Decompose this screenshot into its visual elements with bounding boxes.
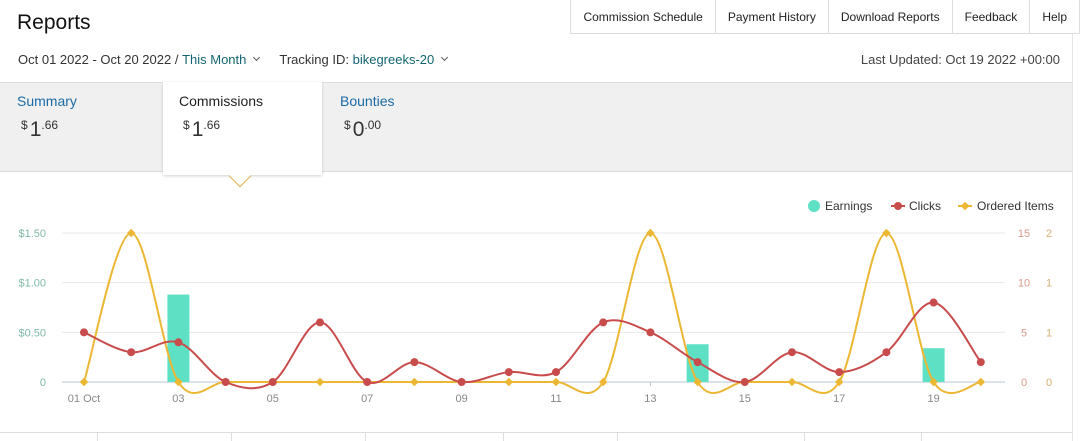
tab-label: Summary (17, 93, 77, 109)
page-border (1072, 34, 1073, 441)
tab-commissions[interactable]: Commissions $ 1 .66 (163, 82, 322, 175)
ordered-items-point (882, 228, 891, 238)
tab-bounties[interactable]: Bounties $ 0 .00 (324, 82, 484, 173)
y-right-tick-items: 2 (1046, 228, 1052, 240)
ordered-items-point (646, 228, 655, 238)
bounties-amount: $ 0 .00 (344, 116, 468, 140)
legend-earnings-label: Earnings (825, 199, 872, 213)
clicks-point (740, 378, 749, 386)
ordered-items-point (787, 377, 797, 387)
y-right-tick-clicks: 5 (1021, 327, 1027, 339)
date-range: Oct 01 2022 - Oct 20 2022 / (18, 52, 179, 67)
amount-whole: 0 (352, 118, 365, 141)
clicks-point (457, 378, 466, 386)
y-right-tick-items: 1 (1046, 278, 1052, 290)
clicks-point (976, 358, 985, 367)
clicks-point (552, 368, 560, 377)
clicks-point (174, 338, 183, 347)
amount-whole: 1 (191, 118, 204, 141)
clicks-point (268, 378, 277, 386)
tab-summary[interactable]: Summary $ 1 .66 (1, 82, 163, 173)
ordered-items-point (551, 377, 561, 387)
page-title: Reports (17, 11, 91, 34)
tracking-id-label: Tracking ID: (279, 52, 349, 67)
amount-decimal: .66 (203, 118, 221, 132)
chevron-down-icon[interactable] (253, 53, 261, 62)
x-tick-label: 01 Oct (68, 393, 100, 405)
filter-bar: Oct 01 2022 - Oct 20 2022 / This Month T… (18, 52, 449, 67)
clicks-point (788, 348, 796, 357)
payment-history-link[interactable]: Payment History (714, 0, 828, 33)
clicks-line (83, 301, 982, 390)
help-link[interactable]: Help (1029, 0, 1079, 33)
ordered-items-line (83, 231, 982, 395)
last-updated: Last Updated: Oct 19 2022 +00:00 (860, 52, 1060, 67)
x-tick-label: 17 (833, 393, 845, 405)
tab-label: Commissions (179, 93, 264, 109)
y-tick-label: 0 (40, 377, 46, 389)
y-right-tick-items: 0 (1046, 377, 1052, 389)
tracking-id-dropdown[interactable]: bikegreeks-20 (353, 52, 435, 67)
ordered-items-point (976, 377, 986, 387)
clicks-point (410, 358, 419, 367)
y-right-tick-clicks: 10 (1018, 278, 1030, 290)
clicks-point (646, 328, 655, 337)
tab-label: Bounties (340, 93, 395, 109)
y-right-tick-clicks: 15 (1018, 228, 1030, 240)
ordered-items-point (79, 377, 89, 387)
clicks-point (221, 378, 230, 386)
top-nav: Commission Schedule Payment History Down… (570, 0, 1080, 34)
y-tick-label: $1.00 (18, 278, 46, 290)
x-tick-label: 11 (550, 393, 561, 405)
y-tick-label: $0.50 (18, 327, 46, 339)
x-tick-label: 19 (927, 393, 939, 405)
x-tick-label: 15 (739, 393, 751, 405)
x-tick-label: 03 (172, 393, 184, 405)
amount-whole: 1 (29, 118, 42, 141)
commissions-amount: $ 1 .66 (183, 116, 306, 140)
legend-clicks-label: Clicks (909, 199, 941, 213)
commission-schedule-link[interactable]: Commission Schedule (571, 0, 715, 33)
legend-ordered-icon (960, 201, 970, 211)
currency-symbol: $ (344, 118, 351, 132)
y-right-tick-items: 1 (1046, 327, 1052, 339)
x-tick-label: 09 (455, 393, 467, 405)
amount-decimal: .00 (364, 118, 382, 132)
legend-ordered-label: Ordered Items (977, 199, 1054, 213)
clicks-point (599, 318, 608, 327)
clicks-point (316, 318, 324, 327)
ordered-items-point (504, 377, 514, 387)
clicks-point (929, 298, 938, 307)
currency-symbol: $ (183, 118, 190, 132)
legend-clicks-icon (894, 202, 902, 210)
y-right-tick-clicks: 0 (1021, 377, 1027, 389)
clicks-point (127, 348, 136, 357)
x-tick-label: 07 (361, 393, 373, 405)
chevron-down-icon[interactable] (441, 53, 449, 62)
currency-symbol: $ (21, 118, 28, 132)
legend-earnings-icon (808, 200, 820, 212)
clicks-point (80, 328, 88, 337)
ordered-items-point (126, 228, 136, 238)
bottom-table-header (0, 432, 1072, 441)
x-tick-label: 05 (267, 393, 279, 405)
y-tick-label: $1.50 (18, 228, 46, 240)
feedback-link[interactable]: Feedback (951, 0, 1030, 33)
clicks-point (882, 348, 891, 357)
ordered-items-point (410, 377, 419, 387)
earnings-chart: 0$0.50$1.00$1.50051015011201 Oct 03 05 07 09… (18, 199, 1054, 405)
clicks-point (504, 368, 513, 377)
amount-decimal: .66 (41, 118, 59, 132)
summary-amount: $ 1 .66 (21, 116, 147, 140)
x-tick-label: 13 (644, 393, 656, 405)
clicks-point (835, 368, 844, 377)
clicks-point (363, 378, 372, 386)
ordered-items-point (315, 377, 325, 387)
download-reports-link[interactable]: Download Reports (827, 0, 952, 33)
period-dropdown[interactable]: This Month (182, 52, 246, 67)
clicks-point (693, 358, 702, 367)
